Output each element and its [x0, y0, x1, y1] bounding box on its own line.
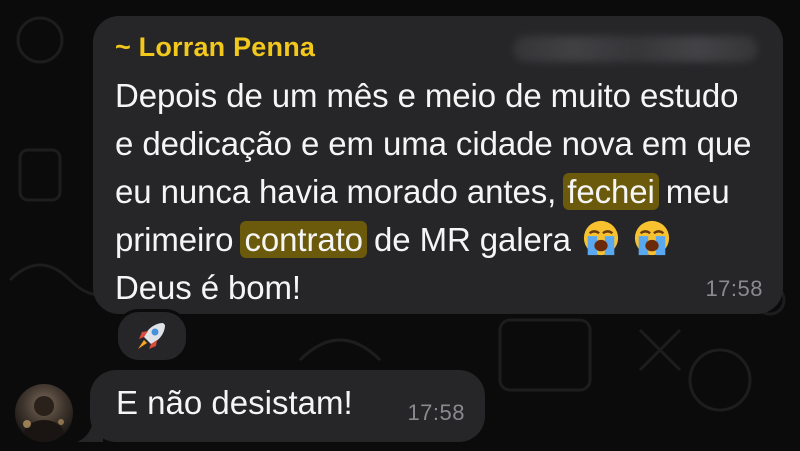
- message-text-part: Deus é bom!: [115, 269, 301, 306]
- message-bubble[interactable]: E não desistam! 17:58: [90, 370, 485, 442]
- loudly-crying-face-icon: [583, 220, 619, 256]
- rocket-icon: [138, 323, 165, 349]
- blurred-phone-number: [513, 36, 758, 62]
- highlighted-word: fechei: [563, 173, 659, 210]
- loudly-crying-face-icon: [634, 220, 670, 256]
- message-text-part: de MR galera: [364, 221, 580, 258]
- message-text: E não desistam!: [116, 384, 353, 421]
- avatar[interactable]: [15, 384, 73, 442]
- sender-name[interactable]: ~ Lorran Penna: [115, 32, 315, 63]
- message-bubble[interactable]: ~ Lorran Penna Depois de um mês e meio d…: [93, 16, 783, 314]
- message-text: Depois de um mês e meio de muito estudo …: [115, 72, 755, 312]
- highlighted-word: contrato: [240, 221, 367, 258]
- message-timestamp: 17:58: [407, 400, 465, 425]
- reaction-badge[interactable]: [115, 309, 189, 363]
- avatar-image: [23, 396, 64, 442]
- message-timestamp: 17:58: [705, 276, 763, 301]
